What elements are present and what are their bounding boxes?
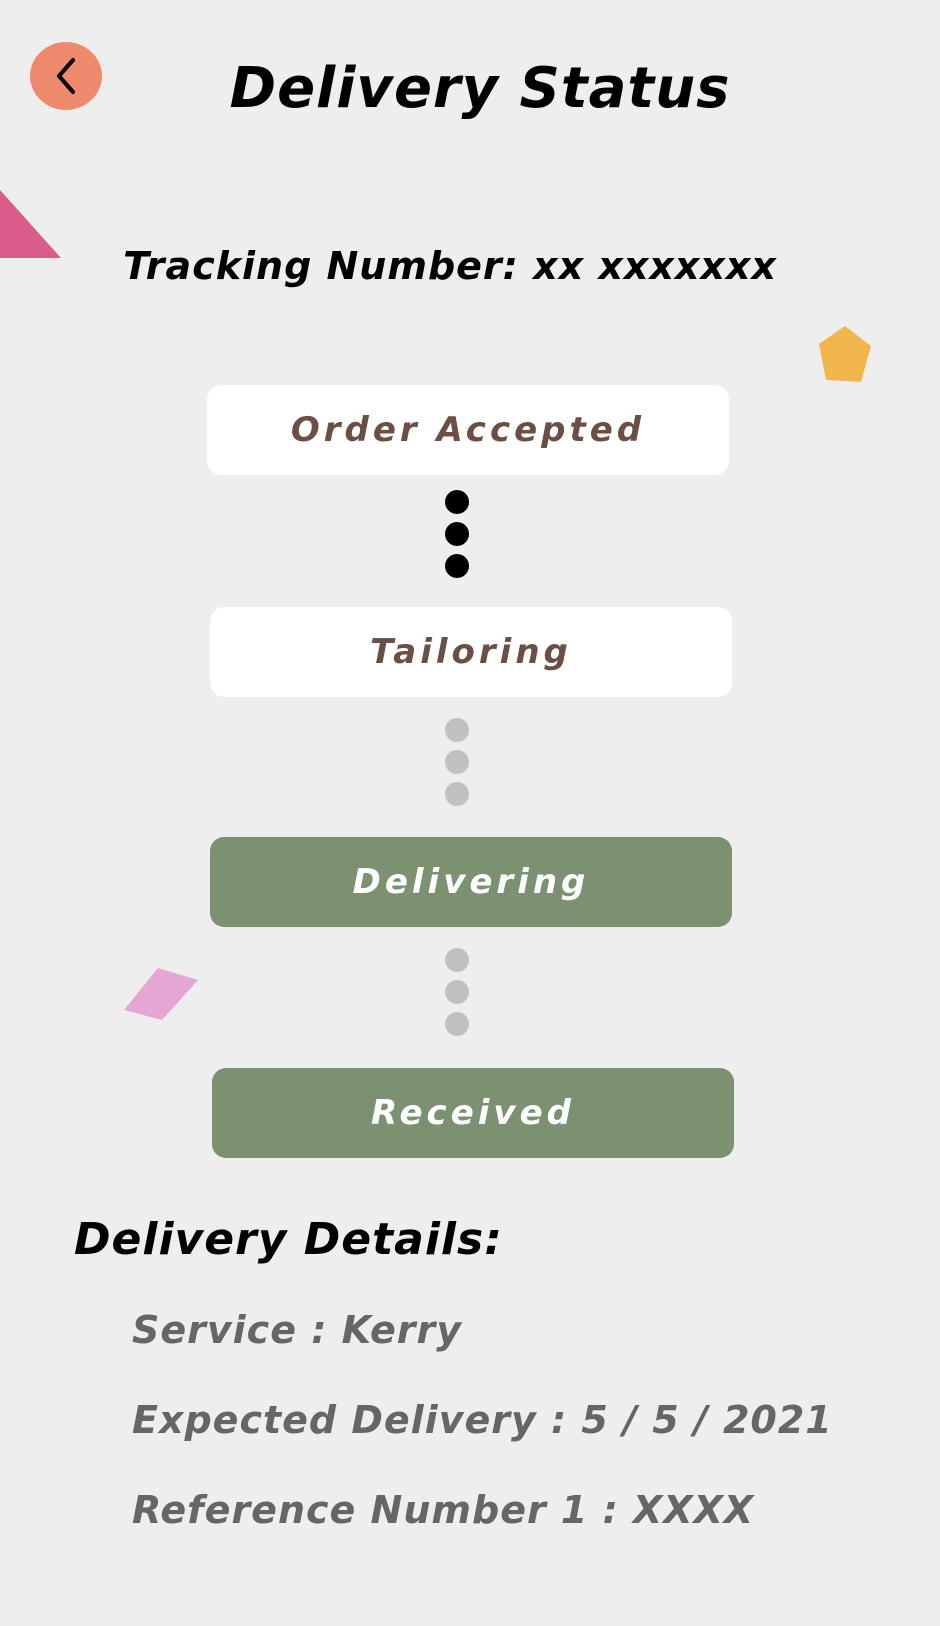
connector-dot: [445, 750, 469, 774]
step-received: Received: [212, 1068, 734, 1158]
tracking-number: Tracking Number: xx xxxxxxx: [123, 244, 777, 288]
step-delivering: Delivering: [210, 837, 732, 927]
decorative-pentagon: [819, 326, 871, 382]
step-connector-pending: [444, 718, 470, 814]
detail-reference-number: Reference Number 1 : XXXX: [132, 1488, 755, 1532]
connector-dot: [445, 980, 469, 1004]
connector-dot: [445, 1012, 469, 1036]
connector-dot: [445, 490, 469, 514]
connector-dot: [445, 948, 469, 972]
connector-dot: [445, 522, 469, 546]
connector-dot: [445, 718, 469, 742]
connector-dot: [445, 554, 469, 578]
delivery-details-heading: Delivery Details:: [74, 1214, 503, 1265]
detail-service: Service : Kerry: [132, 1308, 463, 1352]
decorative-triangle: [0, 190, 61, 258]
step-order-accepted: Order Accepted: [207, 385, 729, 475]
page-title: Delivery Status: [229, 56, 731, 121]
decorative-diamond: [124, 968, 198, 1020]
detail-expected-delivery: Expected Delivery : 5 / 5 / 2021: [132, 1398, 833, 1442]
connector-dot: [445, 782, 469, 806]
step-tailoring: Tailoring: [210, 607, 732, 697]
step-connector-done: [444, 490, 470, 586]
step-connector-pending: [444, 948, 470, 1044]
